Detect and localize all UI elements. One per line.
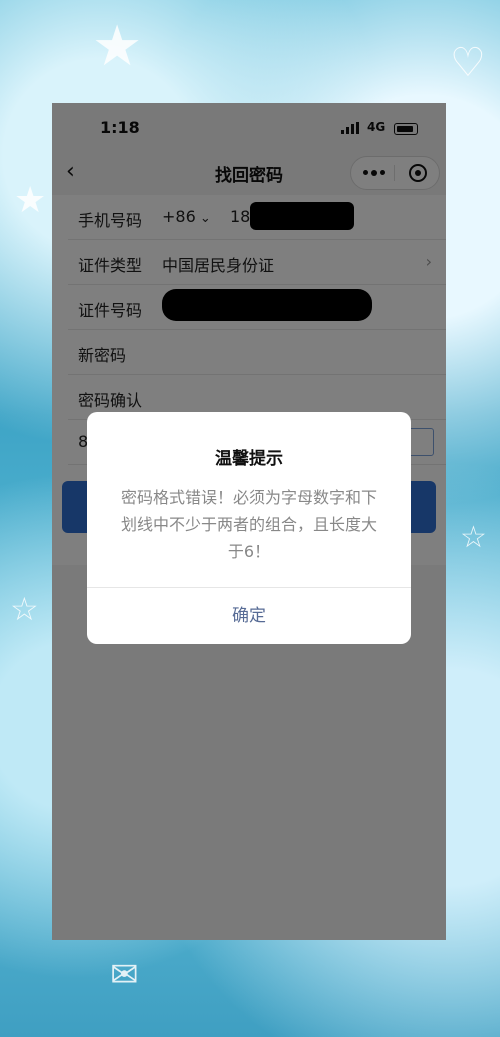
envelope-decoration-icon: ✉ xyxy=(110,955,139,995)
heart-decoration-icon: ♡ xyxy=(450,40,486,86)
dialog-message: 密码格式错误！必须为字母数字和下划线中不少于两者的组合，且长度大于6！ xyxy=(120,488,377,561)
star-decoration-icon: ★ xyxy=(92,14,143,79)
dialog-confirm-button[interactable]: 确定 xyxy=(87,588,411,644)
star-decoration-icon: ☆ xyxy=(10,590,39,628)
phone-screen: 1:18 4G ‹ 找回密码 手机号码 +86 ⌄ 18 xyxy=(52,103,446,940)
star-decoration-icon: ★ xyxy=(14,180,47,221)
dialog-title: 温馨提示 xyxy=(215,449,283,469)
alert-dialog: 温馨提示 密码格式错误！必须为字母数字和下划线中不少于两者的组合，且长度大于6！… xyxy=(87,412,411,644)
star-decoration-icon: ☆ xyxy=(460,520,487,555)
